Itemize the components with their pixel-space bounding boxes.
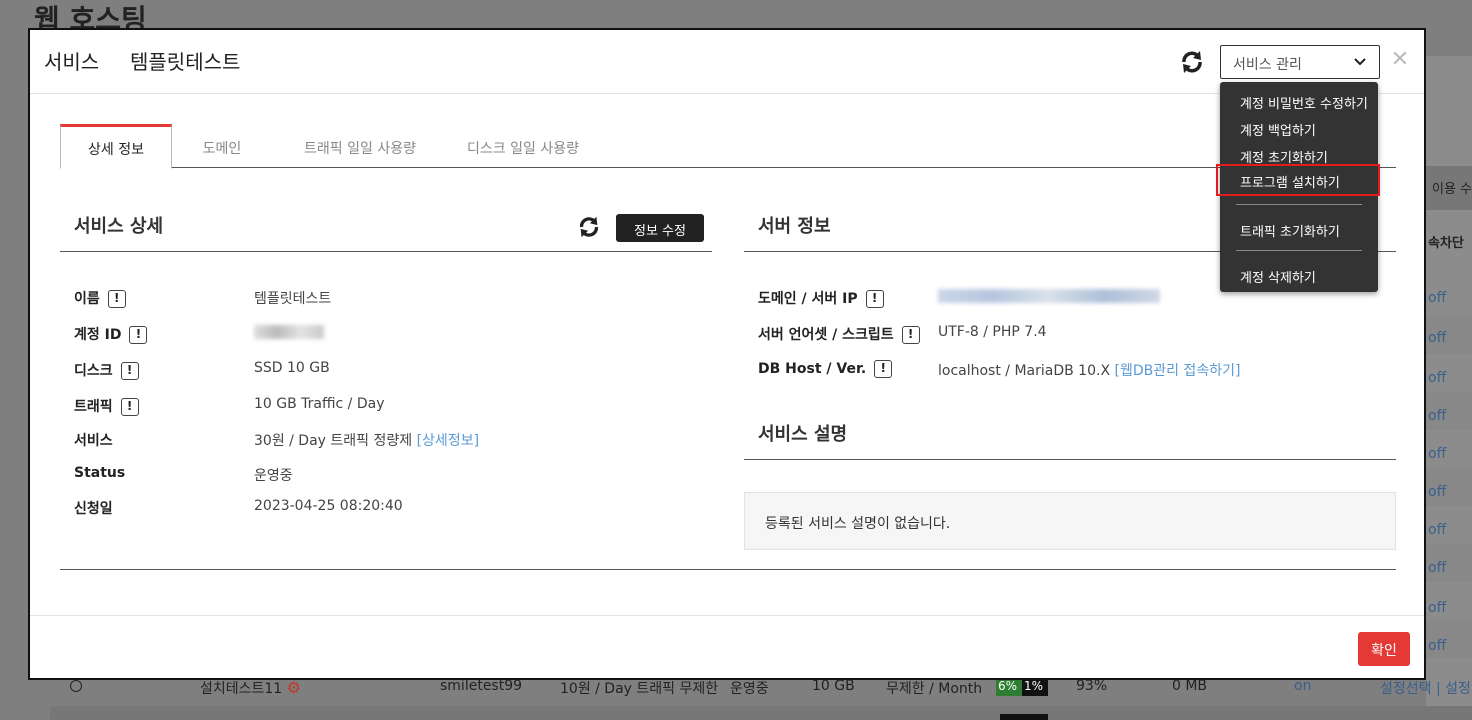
service-value: 30원 / Day 트래픽 정량제 [상세정보] xyxy=(254,433,480,449)
refresh-icon[interactable] xyxy=(576,214,602,240)
name-label: 이름! xyxy=(74,288,126,308)
disk-value: SSD 10 GB xyxy=(254,360,330,376)
info-icon[interactable]: ! xyxy=(120,398,139,416)
off-toggle[interactable]: off xyxy=(1426,484,1472,500)
server-info-title: 서버 정보 xyxy=(758,216,831,237)
close-icon[interactable]: ✕ xyxy=(1390,49,1410,71)
status-label: Status xyxy=(74,465,126,481)
table-row-next xyxy=(50,706,1472,720)
charset-value: UTF-8 / PHP 7.4 xyxy=(938,324,1047,340)
info-icon[interactable]: ! xyxy=(107,290,126,308)
edit-info-button[interactable]: 정보 수정 xyxy=(616,214,704,242)
background-table-right: 이용 수 속차단 off off off off off off off off… xyxy=(1426,56,1472,720)
off-toggle[interactable]: off xyxy=(1426,370,1472,386)
menu-separator xyxy=(1236,250,1362,251)
modal-title: 서비스 xyxy=(44,50,100,74)
service-detail-title: 서비스 상세 xyxy=(74,216,164,237)
info-icon[interactable]: ! xyxy=(874,360,893,378)
divider xyxy=(60,569,1396,570)
row-disk: 10 GB xyxy=(812,678,855,694)
modal-footer: 확인 xyxy=(30,615,1424,680)
service-label: 서비스 xyxy=(74,433,113,449)
tab-detail[interactable]: 상세 정보 xyxy=(60,124,172,169)
service-manage-dropdown: 계정 비밀번호 수정하기 계정 백업하기 계정 초기화하기 프로그램 설치하기 … xyxy=(1216,82,1380,292)
row-size: 0 MB xyxy=(1172,678,1208,694)
off-toggle[interactable]: off xyxy=(1426,638,1472,654)
off-toggle[interactable]: off xyxy=(1426,330,1472,346)
date-label: 신청일 xyxy=(74,501,113,517)
menu-item-install-program[interactable]: 프로그램 설치하기 xyxy=(1216,164,1380,196)
menu-separator xyxy=(1236,204,1362,205)
row-name: 설치테스트11 ⚙ xyxy=(200,678,302,697)
modal-header: 서비스 템플릿테스트 서비스 관리 ✕ xyxy=(30,30,1424,94)
status-value: 운영중 xyxy=(254,468,293,484)
domain-ip-label: 도메인 / 서버 IP! xyxy=(758,288,884,308)
off-toggle[interactable]: off xyxy=(1426,560,1472,576)
row-percent: 93% xyxy=(1076,678,1108,694)
off-toggle[interactable]: off xyxy=(1426,408,1472,424)
off-toggle[interactable]: off xyxy=(1426,600,1472,616)
domain-ip-value-redacted xyxy=(938,288,1160,304)
tab-disk-daily[interactable]: 디스크 일일 사용량 xyxy=(448,124,598,168)
column-subheader: 속차단 xyxy=(1428,236,1464,251)
charset-label: 서버 언어셋 / 스크립트! xyxy=(758,324,920,344)
row-plan: 10원 / Day 트래픽 무제한 xyxy=(560,681,719,697)
column-header: 이용 수 xyxy=(1426,166,1472,210)
info-icon[interactable]: ! xyxy=(129,326,148,344)
db-host-value: localhost / MariaDB 10.X [웹DB관리 접속하기] xyxy=(938,363,1241,379)
row-status: 운영중 xyxy=(730,681,769,697)
row-actions[interactable]: 설정선택 | 설정변 xyxy=(1380,678,1472,698)
tab-bar: 상세 정보 도메인 트래픽 일일 사용량 디스크 일일 사용량 xyxy=(60,124,1396,169)
confirm-button[interactable]: 확인 xyxy=(1358,632,1410,666)
off-toggle[interactable]: off xyxy=(1426,290,1472,306)
chevron-down-icon xyxy=(1353,52,1367,72)
off-toggle[interactable]: off xyxy=(1426,522,1472,538)
row-traffic: 무제한 / Month xyxy=(886,681,983,697)
row-radio[interactable] xyxy=(70,680,82,692)
webdb-link[interactable]: [웹DB관리 접속하기] xyxy=(1115,363,1241,379)
info-icon[interactable]: ! xyxy=(865,290,884,308)
service-name: 템플릿테스트 xyxy=(130,50,241,74)
traffic-label: 트래픽! xyxy=(74,396,139,416)
info-icon[interactable]: ! xyxy=(901,326,920,344)
off-toggle[interactable]: off xyxy=(1426,446,1472,462)
divider xyxy=(744,459,1396,460)
refresh-icon[interactable] xyxy=(1178,48,1206,76)
info-icon[interactable]: ! xyxy=(120,362,139,380)
account-id-value-redacted xyxy=(254,324,324,340)
menu-item-backup[interactable]: 계정 백업하기 xyxy=(1220,115,1378,141)
tab-domain[interactable]: 도메인 xyxy=(172,124,272,168)
row-on[interactable]: on xyxy=(1294,678,1311,694)
menu-item-delete-account[interactable]: 계정 삭제하기 xyxy=(1220,262,1378,288)
service-desc-title: 서비스 설명 xyxy=(758,424,848,445)
service-detail-link[interactable]: [상세정보] xyxy=(417,433,479,449)
service-manage-select[interactable]: 서비스 관리 xyxy=(1220,45,1380,79)
row-account: smiletest99 xyxy=(440,678,523,694)
db-host-label: DB Host / Ver.! xyxy=(758,360,893,378)
tab-traffic-daily[interactable]: 트래픽 일일 사용량 xyxy=(272,124,448,168)
menu-item-change-password[interactable]: 계정 비밀번호 수정하기 xyxy=(1220,88,1378,114)
service-modal: 서비스 템플릿테스트 서비스 관리 ✕ 상세 정보 도메인 트래픽 일일 사용량… xyxy=(28,28,1426,680)
divider xyxy=(60,251,712,252)
gear-icon[interactable]: ⚙ xyxy=(287,678,301,697)
service-desc-box: 등록된 서비스 설명이 없습니다. xyxy=(744,492,1396,550)
account-id-label: 계정 ID! xyxy=(74,324,148,344)
name-value: 템플릿테스트 xyxy=(254,291,332,307)
date-value: 2023-04-25 08:20:40 xyxy=(254,498,403,514)
traffic-value: 10 GB Traffic / Day xyxy=(254,396,385,412)
menu-item-reset-traffic[interactable]: 트래픽 초기화하기 xyxy=(1220,216,1378,242)
disk-label: 디스크! xyxy=(74,360,139,380)
